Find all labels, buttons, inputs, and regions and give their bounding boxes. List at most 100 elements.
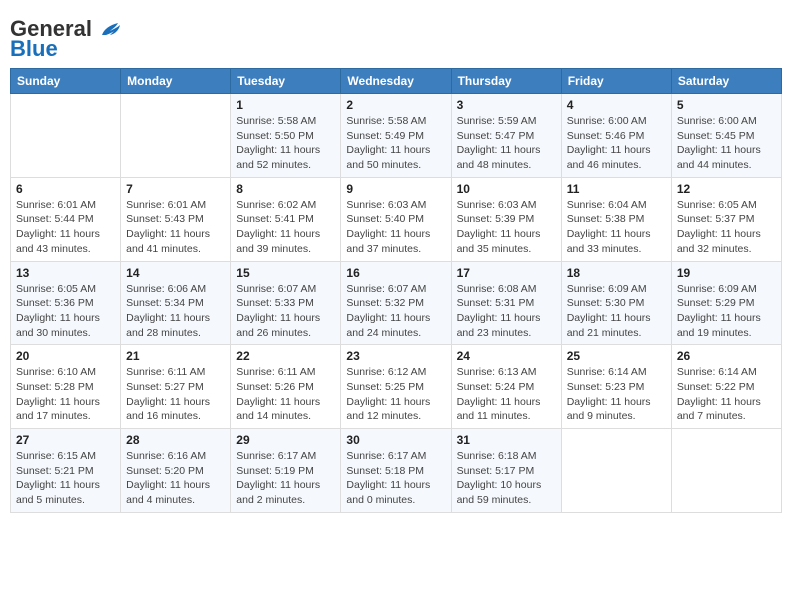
calendar-cell: 31 Sunrise: 6:18 AMSunset: 5:17 PMDayligh… [451, 429, 561, 513]
calendar-cell: 20 Sunrise: 6:10 AMSunset: 5:28 PMDayligh… [11, 345, 121, 429]
day-number: 31 [457, 433, 556, 447]
day-number: 21 [126, 349, 225, 363]
day-details: Sunrise: 6:17 AMSunset: 5:18 PMDaylight:… [346, 449, 445, 508]
day-number: 24 [457, 349, 556, 363]
calendar-cell: 21 Sunrise: 6:11 AMSunset: 5:27 PMDayligh… [121, 345, 231, 429]
calendar-cell: 19 Sunrise: 6:09 AMSunset: 5:29 PMDayligh… [671, 261, 781, 345]
logo: General Blue [10, 18, 122, 60]
day-details: Sunrise: 6:16 AMSunset: 5:20 PMDaylight:… [126, 449, 225, 508]
day-number: 2 [346, 98, 445, 112]
calendar-cell: 3 Sunrise: 5:59 AMSunset: 5:47 PMDaylight… [451, 94, 561, 178]
day-details: Sunrise: 5:58 AMSunset: 5:50 PMDaylight:… [236, 114, 335, 173]
day-number: 28 [126, 433, 225, 447]
day-details: Sunrise: 6:07 AMSunset: 5:33 PMDaylight:… [236, 282, 335, 341]
day-details: Sunrise: 6:09 AMSunset: 5:30 PMDaylight:… [567, 282, 666, 341]
day-details: Sunrise: 6:01 AMSunset: 5:43 PMDaylight:… [126, 198, 225, 257]
day-number: 16 [346, 266, 445, 280]
day-details: Sunrise: 6:11 AMSunset: 5:26 PMDaylight:… [236, 365, 335, 424]
day-number: 17 [457, 266, 556, 280]
day-details: Sunrise: 6:13 AMSunset: 5:24 PMDaylight:… [457, 365, 556, 424]
day-number: 29 [236, 433, 335, 447]
calendar-cell: 13 Sunrise: 6:05 AMSunset: 5:36 PMDayligh… [11, 261, 121, 345]
calendar-cell: 5 Sunrise: 6:00 AMSunset: 5:45 PMDaylight… [671, 94, 781, 178]
day-number: 23 [346, 349, 445, 363]
calendar-cell: 26 Sunrise: 6:14 AMSunset: 5:22 PMDayligh… [671, 345, 781, 429]
day-number: 3 [457, 98, 556, 112]
day-number: 27 [16, 433, 115, 447]
day-details: Sunrise: 6:01 AMSunset: 5:44 PMDaylight:… [16, 198, 115, 257]
calendar-cell: 6 Sunrise: 6:01 AMSunset: 5:44 PMDaylight… [11, 177, 121, 261]
day-details: Sunrise: 6:04 AMSunset: 5:38 PMDaylight:… [567, 198, 666, 257]
calendar-cell: 15 Sunrise: 6:07 AMSunset: 5:33 PMDayligh… [231, 261, 341, 345]
day-details: Sunrise: 6:07 AMSunset: 5:32 PMDaylight:… [346, 282, 445, 341]
calendar-cell: 22 Sunrise: 6:11 AMSunset: 5:26 PMDayligh… [231, 345, 341, 429]
day-details: Sunrise: 6:03 AMSunset: 5:40 PMDaylight:… [346, 198, 445, 257]
day-number: 15 [236, 266, 335, 280]
calendar-cell [561, 429, 671, 513]
day-number: 4 [567, 98, 666, 112]
day-number: 9 [346, 182, 445, 196]
calendar-cell: 29 Sunrise: 6:17 AMSunset: 5:19 PMDayligh… [231, 429, 341, 513]
day-details: Sunrise: 6:06 AMSunset: 5:34 PMDaylight:… [126, 282, 225, 341]
calendar-cell [121, 94, 231, 178]
day-number: 8 [236, 182, 335, 196]
day-number: 1 [236, 98, 335, 112]
day-number: 12 [677, 182, 776, 196]
day-details: Sunrise: 6:15 AMSunset: 5:21 PMDaylight:… [16, 449, 115, 508]
day-of-week-header: Friday [561, 69, 671, 94]
calendar-cell: 9 Sunrise: 6:03 AMSunset: 5:40 PMDaylight… [341, 177, 451, 261]
day-details: Sunrise: 6:00 AMSunset: 5:45 PMDaylight:… [677, 114, 776, 173]
calendar-week-row: 20 Sunrise: 6:10 AMSunset: 5:28 PMDayligh… [11, 345, 782, 429]
day-details: Sunrise: 6:03 AMSunset: 5:39 PMDaylight:… [457, 198, 556, 257]
day-details: Sunrise: 6:14 AMSunset: 5:22 PMDaylight:… [677, 365, 776, 424]
day-details: Sunrise: 6:09 AMSunset: 5:29 PMDaylight:… [677, 282, 776, 341]
calendar-cell: 7Sunrise: 6:01 AMSunset: 5:43 PMDaylight… [121, 177, 231, 261]
calendar-cell: 17 Sunrise: 6:08 AMSunset: 5:31 PMDayligh… [451, 261, 561, 345]
calendar-week-row: 27 Sunrise: 6:15 AMSunset: 5:21 PMDayligh… [11, 429, 782, 513]
calendar-cell [11, 94, 121, 178]
calendar-cell: 1 Sunrise: 5:58 AMSunset: 5:50 PMDaylight… [231, 94, 341, 178]
day-details: Sunrise: 6:17 AMSunset: 5:19 PMDaylight:… [236, 449, 335, 508]
calendar-cell: 23 Sunrise: 6:12 AMSunset: 5:25 PMDayligh… [341, 345, 451, 429]
day-number: 30 [346, 433, 445, 447]
day-number: 26 [677, 349, 776, 363]
day-number: 25 [567, 349, 666, 363]
calendar-cell: 16 Sunrise: 6:07 AMSunset: 5:32 PMDayligh… [341, 261, 451, 345]
day-details: Sunrise: 6:14 AMSunset: 5:23 PMDaylight:… [567, 365, 666, 424]
day-number: 14 [126, 266, 225, 280]
calendar-cell: 8Sunrise: 6:02 AMSunset: 5:41 PMDaylight… [231, 177, 341, 261]
day-number: 13 [16, 266, 115, 280]
calendar-cell: 4 Sunrise: 6:00 AMSunset: 5:46 PMDaylight… [561, 94, 671, 178]
logo-blue-text: Blue [10, 38, 58, 60]
day-number: 5 [677, 98, 776, 112]
day-number: 6 [16, 182, 115, 196]
day-number: 20 [16, 349, 115, 363]
day-number: 10 [457, 182, 556, 196]
day-details: Sunrise: 5:58 AMSunset: 5:49 PMDaylight:… [346, 114, 445, 173]
day-details: Sunrise: 6:08 AMSunset: 5:31 PMDaylight:… [457, 282, 556, 341]
day-details: Sunrise: 5:59 AMSunset: 5:47 PMDaylight:… [457, 114, 556, 173]
day-details: Sunrise: 6:10 AMSunset: 5:28 PMDaylight:… [16, 365, 115, 424]
calendar-cell: 18 Sunrise: 6:09 AMSunset: 5:30 PMDayligh… [561, 261, 671, 345]
day-number: 19 [677, 266, 776, 280]
day-of-week-header: Tuesday [231, 69, 341, 94]
day-of-week-header: Wednesday [341, 69, 451, 94]
calendar-header-row: SundayMondayTuesdayWednesdayThursdayFrid… [11, 69, 782, 94]
day-number: 18 [567, 266, 666, 280]
calendar-cell: 2 Sunrise: 5:58 AMSunset: 5:49 PMDaylight… [341, 94, 451, 178]
day-of-week-header: Thursday [451, 69, 561, 94]
day-details: Sunrise: 6:12 AMSunset: 5:25 PMDaylight:… [346, 365, 445, 424]
calendar-cell: 30 Sunrise: 6:17 AMSunset: 5:18 PMDayligh… [341, 429, 451, 513]
logo-bird-icon [100, 21, 122, 39]
day-details: Sunrise: 6:00 AMSunset: 5:46 PMDaylight:… [567, 114, 666, 173]
day-details: Sunrise: 6:05 AMSunset: 5:37 PMDaylight:… [677, 198, 776, 257]
day-details: Sunrise: 6:18 AMSunset: 5:17 PMDaylight:… [457, 449, 556, 508]
calendar-week-row: 1 Sunrise: 5:58 AMSunset: 5:50 PMDaylight… [11, 94, 782, 178]
calendar-cell: 10 Sunrise: 6:03 AMSunset: 5:39 PMDayligh… [451, 177, 561, 261]
calendar-cell: 27 Sunrise: 6:15 AMSunset: 5:21 PMDayligh… [11, 429, 121, 513]
day-details: Sunrise: 6:11 AMSunset: 5:27 PMDaylight:… [126, 365, 225, 424]
day-number: 22 [236, 349, 335, 363]
calendar-cell: 11Sunrise: 6:04 AMSunset: 5:38 PMDayligh… [561, 177, 671, 261]
day-details: Sunrise: 6:05 AMSunset: 5:36 PMDaylight:… [16, 282, 115, 341]
calendar-week-row: 6 Sunrise: 6:01 AMSunset: 5:44 PMDaylight… [11, 177, 782, 261]
